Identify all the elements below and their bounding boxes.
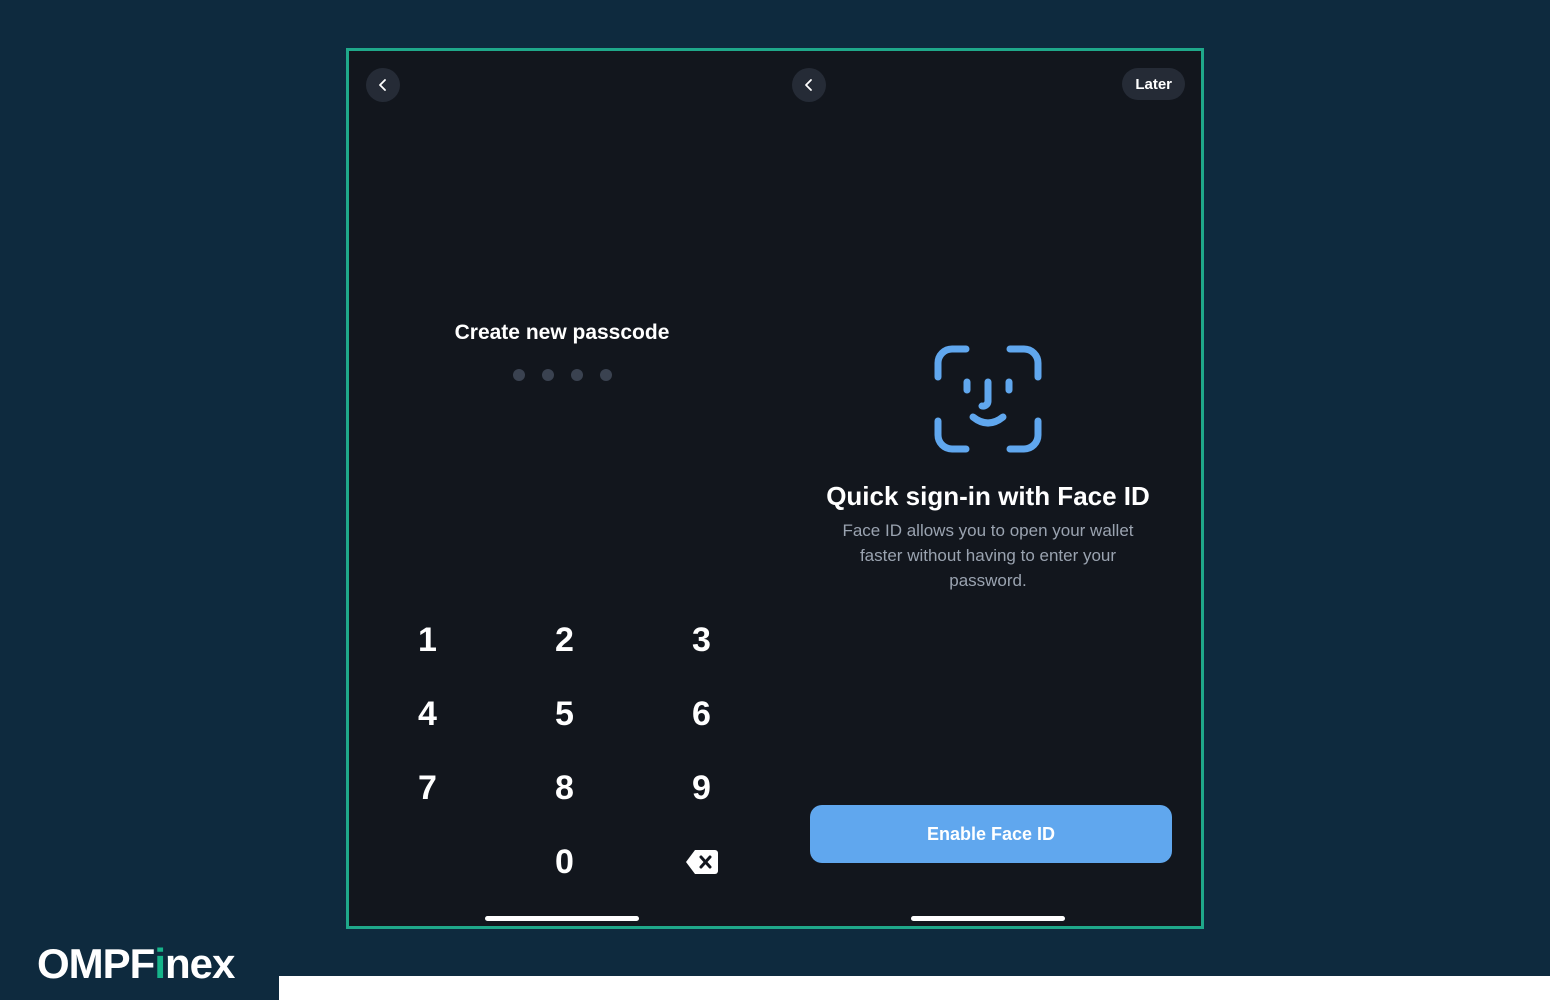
- faceid-screen: Later Quick sign-in with Face ID Face ID…: [775, 51, 1201, 926]
- key-9[interactable]: 9: [633, 751, 770, 825]
- backspace-key[interactable]: [633, 825, 770, 899]
- numeric-keypad: 1 2 3 4 5 6 7 8 9 0: [359, 603, 769, 899]
- key-4[interactable]: 4: [359, 677, 496, 751]
- brand-text-part1: OMPF: [37, 940, 155, 987]
- later-button[interactable]: Later: [1122, 68, 1185, 100]
- passcode-title: Create new passcode: [454, 321, 670, 344]
- key-empty: [359, 825, 496, 899]
- brand-text-part3: nex: [165, 940, 235, 987]
- faceid-description: Face ID allows you to open your wallet f…: [842, 521, 1134, 590]
- chevron-left-icon: [379, 79, 386, 91]
- passcode-dot: [512, 369, 525, 381]
- key-7[interactable]: 7: [359, 751, 496, 825]
- home-indicator: [911, 916, 1065, 921]
- key-3[interactable]: 3: [633, 603, 770, 677]
- key-2[interactable]: 2: [496, 603, 633, 677]
- passcode-dot: [570, 369, 583, 381]
- enable-faceid-button[interactable]: Enable Face ID: [810, 805, 1172, 863]
- backspace-icon: [685, 850, 718, 874]
- home-indicator: [485, 916, 639, 921]
- passcode-screen: Create new passcode 1 2 3 4 5 6 7 8 9 0: [349, 51, 775, 926]
- key-8[interactable]: 8: [496, 751, 633, 825]
- passcode-dot: [599, 369, 612, 381]
- brand-text-part2: i: [154, 940, 166, 987]
- key-0[interactable]: 0: [496, 825, 633, 899]
- key-5[interactable]: 5: [496, 677, 633, 751]
- passcode-dots: [349, 369, 775, 381]
- back-button[interactable]: [366, 68, 400, 102]
- faceid-title: Quick sign-in with Face ID: [826, 481, 1150, 511]
- chevron-left-icon: [805, 79, 812, 91]
- footer-band: [279, 976, 1550, 1000]
- face-id-icon: [934, 345, 1042, 453]
- brand-logo: OMPFinex: [37, 940, 235, 988]
- key-1[interactable]: 1: [359, 603, 496, 677]
- passcode-dot: [541, 369, 554, 381]
- phone-screens-frame: Create new passcode 1 2 3 4 5 6 7 8 9 0: [346, 48, 1204, 929]
- back-button[interactable]: [792, 68, 826, 102]
- key-6[interactable]: 6: [633, 677, 770, 751]
